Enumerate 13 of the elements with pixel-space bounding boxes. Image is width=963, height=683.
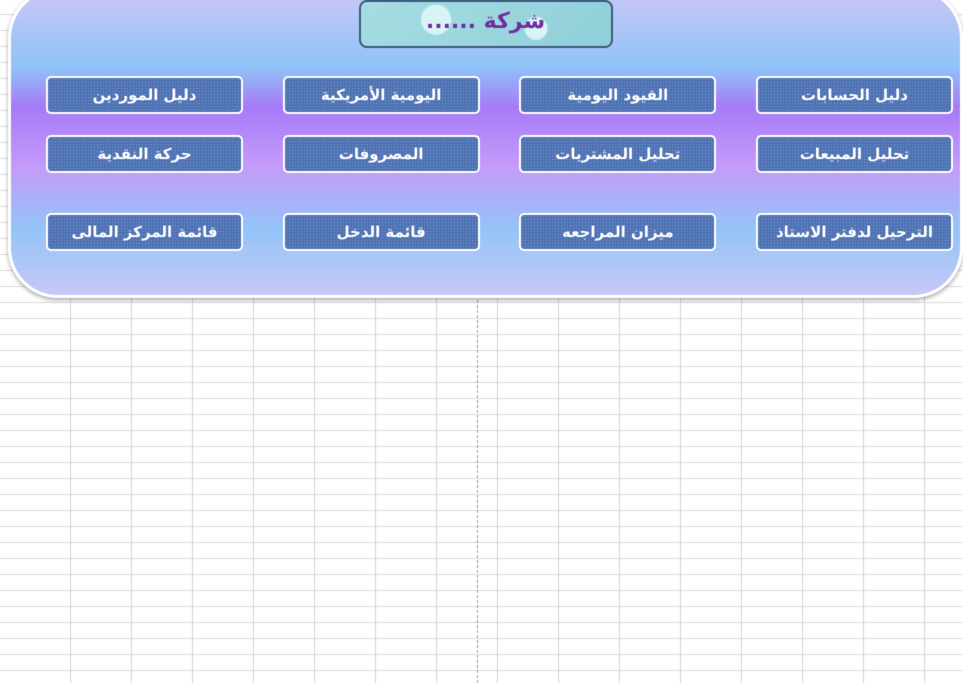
menu-button[interactable]: تحليل المشتريات <box>519 135 716 173</box>
menu-button[interactable]: المصروفات <box>282 135 480 173</box>
menu-button[interactable]: قائمة الدخل <box>282 213 480 251</box>
menu-button[interactable]: تحليل المبيعات <box>756 135 953 173</box>
menu-button[interactable]: حركة النقدية <box>46 135 244 173</box>
menu-button[interactable]: ميزان المراجعه <box>519 213 716 251</box>
menu-button[interactable]: دليل الحسابات <box>756 76 953 114</box>
menu-button[interactable]: الترحيل لدفتر الاستاذ <box>756 213 953 251</box>
company-title: شركة ...... <box>358 0 612 48</box>
menu-button[interactable]: دليل الموردين <box>46 76 244 114</box>
menu-button[interactable]: اليومية الأمريكية <box>282 76 480 114</box>
menu-button[interactable]: قائمة المركز المالى <box>46 213 244 251</box>
menu-button[interactable]: القيود اليومية <box>519 76 716 114</box>
